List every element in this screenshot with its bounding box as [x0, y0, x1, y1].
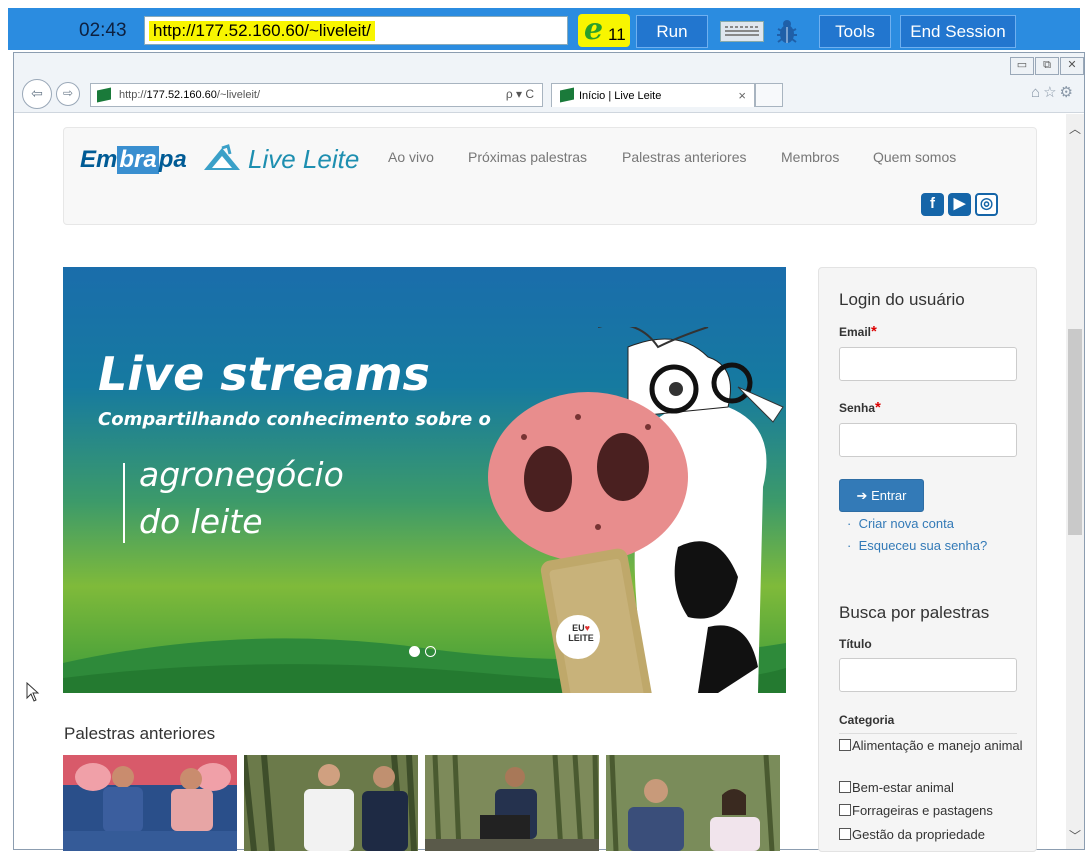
login-arrow-icon: ➔ [856, 488, 868, 503]
hero-banner-carousel[interactable]: Live streams Compartilhando conhecimento… [63, 267, 786, 693]
scroll-thumb[interactable] [1068, 329, 1082, 535]
address-url: http://177.52.160.60/~liveleit/ [119, 89, 260, 101]
session-url-field[interactable]: http://177.52.160.60/~liveleit/ [144, 16, 568, 45]
banner-line-do-leite: do leite [139, 502, 263, 541]
live-leite-logo[interactable]: Live Leite [202, 140, 362, 180]
tab-title: Início | Live Leite [579, 90, 662, 102]
login-heading: Login do usuário [839, 290, 965, 309]
video-thumbnail[interactable] [63, 755, 237, 851]
minimize-button[interactable]: ▭ [1010, 57, 1034, 75]
eu-amo-leite-badge: EU♥ LEITE [568, 623, 594, 643]
favorites-star-icon[interactable]: ☆ [1043, 84, 1059, 101]
banner-subtitle: Compartilhando conhecimento sobre o [98, 409, 491, 430]
back-icon[interactable]: ⇦ [22, 79, 52, 109]
browser-right-icons: ⌂☆⚙ [1031, 83, 1076, 101]
banner-line-agronegocio: agronegócio [139, 455, 344, 494]
session-timer: 02:43 [79, 20, 127, 41]
close-window-button[interactable]: ✕ [1060, 57, 1084, 75]
sidebar-panel: Login do usuário Email* Senha* ➔ Entrar … [818, 267, 1037, 852]
password-field[interactable] [839, 423, 1017, 457]
end-session-button[interactable]: End Session [900, 15, 1016, 48]
site-navbar: Embrapa Live Leite Ao vivo Próximas pale… [63, 127, 1037, 225]
category-checkbox[interactable]: Gestão da propriedade [839, 825, 1024, 845]
forward-icon[interactable]: ⇨ [56, 82, 80, 106]
search-refresh-controls[interactable]: ρ ▾ C [506, 87, 534, 101]
link-criar-conta[interactable]: · Criar nova conta [847, 516, 954, 531]
titulo-field[interactable] [839, 658, 1017, 692]
settings-gear-icon[interactable]: ⚙ [1060, 84, 1076, 101]
thumbnail-image [425, 755, 599, 851]
instagram-icon[interactable]: ◎ [975, 193, 998, 216]
banner-divider [123, 463, 125, 543]
embrapa-logo[interactable]: Embrapa [80, 146, 187, 174]
nav-ao-vivo[interactable]: Ao vivo [388, 149, 434, 165]
search-heading: Busca por palestras [839, 603, 990, 622]
email-field[interactable] [839, 347, 1017, 381]
video-thumbnail[interactable] [244, 755, 418, 851]
live-leite-logo-text: Live Leite [248, 144, 360, 174]
tools-button[interactable]: Tools [819, 15, 891, 48]
ie-logo-icon: e [584, 12, 604, 47]
session-toolbar: 02:43 http://177.52.160.60/~liveleit/ e … [0, 0, 1089, 52]
palestras-anteriores-heading: Palestras anteriores [64, 724, 216, 743]
nav-proximas-palestras[interactable]: Próximas palestras [468, 149, 587, 165]
carousel-dot-2[interactable] [425, 646, 436, 657]
live-leite-logo-mark-icon [204, 144, 240, 170]
site-favicon-icon [97, 87, 111, 103]
category-checkbox[interactable]: Forrageiras e pastagens [839, 801, 1024, 821]
new-tab-button[interactable] [755, 83, 783, 107]
video-thumbnail[interactable] [425, 755, 599, 851]
scroll-up-icon[interactable]: ︿ [1066, 120, 1084, 136]
video-thumbnail[interactable] [606, 755, 780, 851]
home-icon[interactable]: ⌂ [1031, 84, 1043, 101]
ie-browser-icon[interactable]: e 11 [578, 12, 630, 47]
titulo-label: Título [839, 637, 872, 651]
restore-button[interactable]: ⧉ [1035, 57, 1059, 75]
nav-palestras-anteriores[interactable]: Palestras anteriores [622, 149, 747, 165]
cow-mascot-illustration [488, 327, 784, 693]
thumbnail-image [606, 755, 780, 851]
nav-membros[interactable]: Membros [781, 149, 839, 165]
nav-quem-somos[interactable]: Quem somos [873, 149, 956, 165]
browser-chrome: ▭ ⧉ ✕ ⇦ ⇨ http://177.52.160.60/~liveleit… [14, 53, 1084, 113]
banner-title: Live streams [98, 347, 430, 401]
category-checkbox[interactable]: Alimentação e manejo animal [839, 736, 1024, 756]
mouse-cursor-icon [26, 682, 40, 702]
categoria-label: Categoria [839, 713, 895, 727]
email-label: Email* [839, 323, 877, 340]
entrar-button[interactable]: ➔ Entrar [839, 479, 924, 512]
category-checkbox[interactable]: Bem-estar animal [839, 778, 1024, 798]
keyboard-icon[interactable] [720, 21, 764, 42]
link-esqueceu-senha[interactable]: · Esqueceu sua senha? [847, 538, 987, 553]
scroll-down-icon[interactable]: ﹀ [1066, 827, 1084, 843]
password-label: Senha* [839, 399, 881, 416]
categoria-divider [839, 733, 1017, 734]
ie-version: 11 [608, 25, 626, 44]
tab-favicon-icon [560, 87, 574, 103]
run-button[interactable]: Run [636, 15, 708, 48]
carousel-indicators [409, 644, 441, 662]
carousel-dot-1[interactable] [409, 646, 420, 657]
tab-inicio[interactable]: Início | Live Leite × [551, 83, 755, 107]
thumbnail-image [63, 755, 237, 851]
tab-close-icon[interactable]: × [738, 88, 746, 103]
bug-icon[interactable] [774, 18, 800, 46]
session-url-text: http://177.52.160.60/~liveleit/ [149, 21, 375, 41]
thumbnail-image [244, 755, 418, 851]
page-scrollbar[interactable]: ︿ ﹀ [1066, 114, 1084, 849]
youtube-icon[interactable]: ▶ [948, 193, 971, 216]
facebook-icon[interactable]: f [921, 193, 944, 216]
browser-window: ▭ ⧉ ✕ ⇦ ⇨ http://177.52.160.60/~liveleit… [13, 52, 1085, 852]
address-bar[interactable]: http://177.52.160.60/~liveleit/ ρ ▾ C [90, 83, 543, 107]
